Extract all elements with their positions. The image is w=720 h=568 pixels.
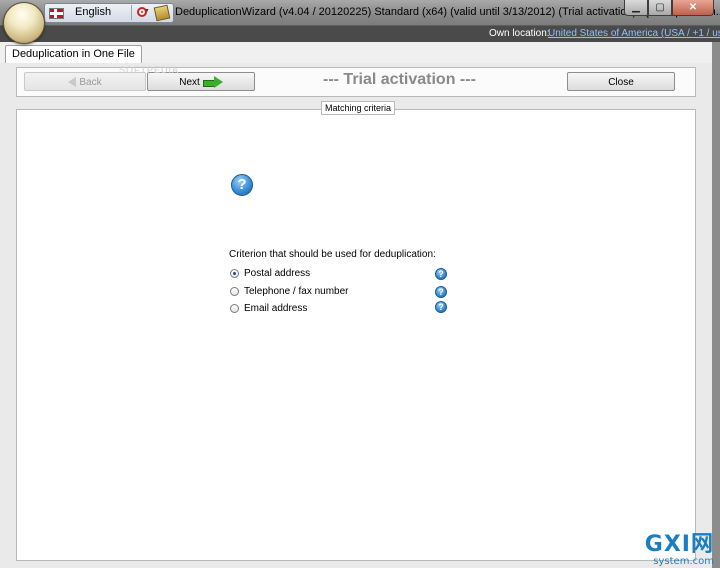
radio-email-address[interactable] — [230, 304, 239, 313]
option-telephone-fax[interactable]: Telephone / fax number ? — [229, 285, 447, 299]
navigation-panel: Back Next --- Trial activation --- Close — [16, 67, 696, 97]
help-icon[interactable]: ? — [435, 286, 447, 298]
watermark-logo-text: GXI网 — [644, 532, 714, 557]
window-border — [712, 42, 720, 568]
toolbar-separator — [131, 5, 132, 20]
option-postal-address[interactable]: Postal address ? — [229, 267, 447, 281]
flag-icon — [49, 8, 64, 19]
help-icon[interactable]: ? — [231, 174, 253, 196]
help-icon[interactable]: ? — [435, 301, 447, 313]
help-icon[interactable]: ? — [435, 268, 447, 280]
close-button[interactable]: Close — [567, 72, 675, 91]
language-select-value: English — [75, 6, 112, 18]
trial-status-text: --- Trial activation --- — [323, 71, 476, 88]
option-label: Postal address — [244, 268, 311, 279]
close-window-button[interactable]: ✕ — [672, 0, 714, 16]
window-controls: ▁ ▢ ✕ — [624, 0, 714, 17]
application-menu-button[interactable] — [3, 2, 45, 44]
group-caption: Matching criteria — [321, 101, 396, 115]
next-button-label: Next — [179, 77, 200, 88]
tab-deduplication-in-one-file[interactable]: Deduplication in One File — [5, 45, 142, 64]
language-select[interactable]: English ▼ — [67, 5, 150, 20]
box-icon[interactable] — [153, 4, 171, 22]
radio-telephone-fax[interactable] — [230, 287, 239, 296]
minimize-button[interactable]: ▁ — [624, 0, 648, 16]
title-bar: English ▼ DeduplicationWizard (v4.04 / 2… — [0, 0, 720, 26]
criterion-question: Criterion that should be used for dedupl… — [229, 249, 436, 260]
arrow-right-icon — [202, 75, 223, 88]
option-label: Email address — [244, 303, 308, 314]
content-panel: ? Criterion that should be used for dedu… — [16, 109, 696, 561]
maximize-button[interactable]: ▢ — [648, 0, 672, 16]
own-location-label: Own location: — [489, 28, 550, 39]
back-button-label: Back — [79, 77, 102, 88]
tab-strip: Deduplication in One File — [0, 42, 712, 64]
watermark-domain: system.com — [653, 556, 714, 567]
radio-postal-address[interactable] — [230, 269, 239, 278]
option-label: Telephone / fax number — [244, 286, 349, 297]
softpedia-watermark: SOFTPEDIA — [119, 65, 180, 75]
close-button-label: Close — [608, 77, 634, 88]
site-watermark: GXI网 system.com — [618, 532, 714, 568]
info-bar: Own location: United States of America (… — [0, 26, 720, 42]
main-area: Back Next --- Trial activation --- Close… — [0, 63, 712, 568]
own-location-link[interactable]: United States of America (USA / +1 / us) — [548, 28, 720, 39]
quick-access-toolbar: English ▼ — [44, 3, 174, 23]
arrow-left-icon — [68, 77, 77, 88]
lifebuoy-icon[interactable] — [137, 7, 147, 17]
option-email-address[interactable]: Email address ? — [229, 301, 447, 316]
